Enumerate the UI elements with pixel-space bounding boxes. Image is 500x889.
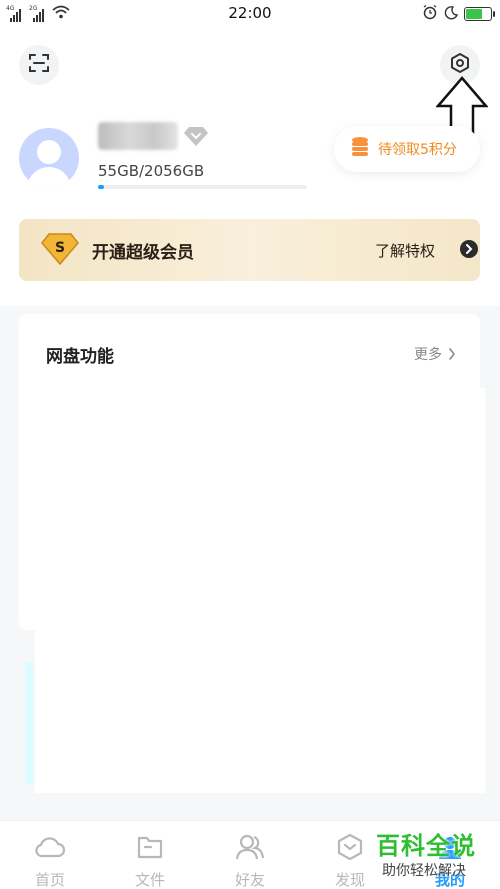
partial-card-edge — [25, 662, 33, 784]
points-label: 待领取5积分 — [378, 142, 457, 158]
watermark-title: 百科全说 — [376, 832, 476, 860]
feature-card-title: 网盘功能 — [46, 347, 114, 367]
more-link[interactable]: 更多 — [414, 344, 456, 364]
status-right — [422, 4, 495, 24]
tab-home-label: 首页 — [34, 871, 65, 889]
storage-progress-bar — [98, 185, 307, 189]
scan-button[interactable] — [19, 45, 59, 85]
tab-home[interactable]: 首页 — [0, 821, 100, 889]
storage-progress-fill — [98, 185, 104, 189]
folder-icon — [132, 831, 168, 863]
chevron-right-icon — [449, 348, 456, 360]
moon-icon — [444, 5, 459, 24]
friends-icon — [232, 831, 268, 863]
points-button[interactable]: 待领取5积分 — [334, 126, 480, 172]
tab-friends-label: 好友 — [234, 871, 265, 889]
vip-shield-badge-icon: S — [41, 233, 79, 269]
username-blurred — [98, 122, 178, 150]
watermark-subtitle: 助你轻松解决 — [382, 863, 466, 879]
scan-icon — [29, 53, 49, 77]
diamond-icon[interactable] — [183, 125, 209, 151]
tab-friends[interactable]: 好友 — [200, 821, 300, 889]
tab-files-label: 文件 — [134, 871, 165, 889]
more-label: 更多 — [414, 347, 442, 363]
cloud-icon — [32, 831, 68, 863]
vip-learn-more-link[interactable]: 了解特权 — [375, 240, 435, 261]
alarm-icon — [422, 4, 438, 24]
tab-files[interactable]: 文件 — [100, 821, 200, 889]
avatar[interactable] — [19, 128, 79, 188]
vip-title: 开通超级会员 — [92, 243, 194, 263]
battery-icon — [464, 7, 495, 21]
discover-icon — [332, 831, 368, 863]
coins-stack-icon — [350, 136, 370, 162]
storage-usage-text: 55GB/2056GB — [98, 162, 205, 180]
status-bar: 4G 2G 22:00 — [0, 0, 500, 26]
svg-text:S: S — [55, 240, 65, 256]
settings-hexagon-icon — [449, 52, 471, 78]
chevron-right-icon[interactable] — [460, 240, 478, 258]
watermark: 百科全说 助你轻松解决 — [372, 826, 496, 884]
loading-overlay — [35, 388, 485, 793]
vip-banner[interactable]: S 开通超级会员 了解特权 — [19, 219, 480, 281]
